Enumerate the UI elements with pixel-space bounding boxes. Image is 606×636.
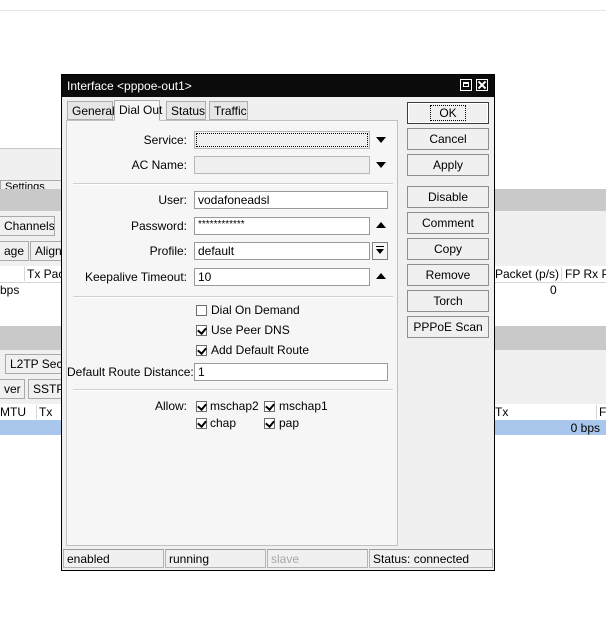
default-route-distance-input[interactable]: 1 [194, 363, 388, 381]
disable-button[interactable]: Disable [407, 186, 489, 208]
tx-pack-header[interactable]: Tx Pack [24, 267, 65, 281]
service-dropdown-icon[interactable] [376, 137, 386, 143]
allow-mschap1-label[interactable]: mschap1 [279, 399, 328, 413]
ok-button-label: OK [430, 105, 466, 121]
remove-button[interactable]: Remove [407, 264, 489, 286]
tx-zero-bps-value: 0 bps [570, 421, 600, 435]
age-button[interactable]: age [0, 241, 29, 261]
background-title-strip-right [494, 189, 606, 211]
keepalive-label: Keepalive Timeout: [84, 270, 187, 284]
interface-dialog: Interface <pppoe-out1> General Dial Out … [61, 74, 495, 571]
tab-dial-out[interactable]: Dial Out [114, 100, 162, 121]
server-button[interactable]: ver [0, 379, 25, 399]
cancel-button[interactable]: Cancel [407, 128, 489, 150]
background-title-strip [0, 189, 62, 211]
add-default-route-checkbox[interactable] [196, 345, 207, 356]
status-enabled: enabled [63, 549, 164, 568]
status-slave: slave [267, 549, 368, 568]
tab-traffic[interactable]: Traffic [209, 101, 248, 120]
password-input[interactable]: ************ [194, 217, 370, 235]
copy-button[interactable]: Copy [407, 238, 489, 260]
allow-pap-checkbox[interactable] [264, 418, 275, 429]
service-select[interactable] [194, 131, 370, 149]
tab-general[interactable]: General [67, 101, 115, 120]
dial-on-demand-label[interactable]: Dial On Demand [211, 303, 300, 317]
apply-button[interactable]: Apply [407, 154, 489, 176]
mtu-header[interactable]: MTU [0, 405, 36, 419]
separator [73, 389, 393, 391]
background-tab-area-2-right [494, 350, 606, 404]
service-label: Service: [143, 133, 187, 147]
ac-name-select[interactable] [194, 156, 370, 174]
profile-label: Profile: [149, 244, 187, 258]
background-title-strip-2-right [494, 326, 606, 350]
profile-select[interactable]: default [194, 242, 370, 260]
use-peer-dns-checkbox[interactable] [196, 325, 207, 336]
keepalive-collapse-icon[interactable] [376, 273, 386, 279]
user-label: User: [158, 193, 187, 207]
dialog-titlebar[interactable]: Interface <pppoe-out1> [62, 75, 494, 97]
torch-button[interactable]: Torch [407, 290, 489, 312]
background-title-strip-2 [0, 326, 62, 350]
ac-name-label: AC Name: [131, 158, 187, 172]
allow-chap-checkbox[interactable] [196, 418, 207, 429]
f-header[interactable]: F [596, 405, 606, 419]
add-default-route-label[interactable]: Add Default Route [211, 343, 309, 357]
bps-value: bps [0, 283, 20, 297]
status-connected: Status: connected [369, 549, 493, 568]
allow-mschap2-label[interactable]: mschap2 [210, 399, 259, 413]
profile-dropdown-icon[interactable] [372, 242, 388, 260]
status-running: running [165, 549, 266, 568]
allow-mschap1-checkbox[interactable] [264, 401, 275, 412]
comment-button[interactable]: Comment [407, 212, 489, 234]
default-route-distance-label: Default Route Distance: [67, 365, 194, 379]
maximize-icon[interactable] [460, 79, 472, 91]
tx-header-right[interactable]: Tx [495, 405, 585, 419]
allow-pap-label[interactable]: pap [279, 416, 299, 430]
packet-zero-value: 0 [550, 283, 557, 297]
background-tab-area-right [494, 211, 606, 266]
channels-button[interactable]: Channels [0, 216, 55, 236]
allow-label: Allow: [154, 399, 187, 413]
dial-out-panel: Service: AC Name: User: vodafoneadsl Pas… [66, 120, 398, 546]
background-divider [0, 10, 606, 11]
user-input[interactable]: vodafoneadsl [194, 191, 388, 209]
ok-button[interactable]: OK [407, 102, 489, 124]
allow-chap-label[interactable]: chap [210, 416, 236, 430]
tab-status[interactable]: Status [166, 101, 206, 120]
separator [73, 296, 393, 298]
dial-on-demand-checkbox[interactable] [196, 305, 207, 316]
password-label: Password: [130, 219, 187, 233]
password-collapse-icon[interactable] [376, 222, 386, 228]
allow-mschap2-checkbox[interactable] [196, 401, 207, 412]
separator [73, 183, 393, 185]
ac-name-dropdown-icon[interactable] [376, 162, 386, 168]
fp-rx-pa-header[interactable]: FP Rx Pa [561, 267, 606, 281]
dialog-title: Interface <pppoe-out1> [67, 79, 192, 93]
use-peer-dns-label[interactable]: Use Peer DNS [211, 323, 290, 337]
close-icon[interactable] [476, 79, 488, 91]
keepalive-input[interactable]: 10 [194, 268, 370, 286]
selected-row-left[interactable] [0, 420, 62, 435]
packet-ps-header[interactable]: Packet (p/s) [495, 267, 561, 281]
pppoe-scan-button[interactable]: PPPoE Scan [407, 316, 489, 338]
